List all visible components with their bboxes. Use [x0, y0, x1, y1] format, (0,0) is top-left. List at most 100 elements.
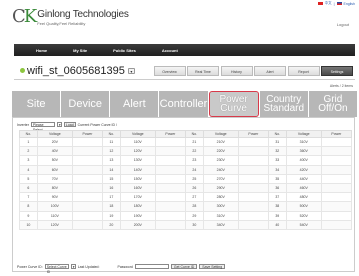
cell-power[interactable]: [237, 219, 269, 230]
nav-my-site[interactable]: My Site: [73, 48, 87, 53]
nav-public-sites[interactable]: Public Sites: [113, 48, 136, 53]
cell-voltage: 120V: [119, 146, 156, 157]
alerts-count[interactable]: Alerts / 2 items: [330, 84, 353, 88]
cell-power[interactable]: [154, 136, 186, 148]
cell-power[interactable]: [71, 182, 103, 194]
cell-power[interactable]: [71, 146, 103, 157]
cell-power[interactable]: [154, 155, 186, 166]
cell-no: 16: [101, 182, 121, 194]
cell-no: 29: [184, 210, 204, 221]
tab-alert-settings[interactable]: Alert: [110, 91, 159, 117]
col-voltage: Voltage: [119, 130, 156, 138]
tab-report[interactable]: Report: [287, 66, 320, 76]
cell-power[interactable]: [320, 210, 353, 221]
cell-power[interactable]: [237, 210, 269, 221]
cell-no: 12: [101, 146, 121, 157]
cell-no: 3: [19, 155, 38, 166]
get-curve-id-button[interactable]: Get Curve ID: [170, 264, 198, 269]
cell-power[interactable]: [71, 201, 103, 212]
tab-overview[interactable]: Overview: [153, 66, 186, 76]
lang-chinese[interactable]: 中文: [325, 1, 332, 6]
tab-site[interactable]: Site: [12, 91, 61, 117]
lang-english[interactable]: English: [344, 2, 355, 6]
inverter-select-arrow[interactable]: ▾: [56, 122, 62, 127]
cell-power[interactable]: [71, 155, 103, 166]
cell-power[interactable]: [71, 192, 103, 203]
cell-voltage: 70V: [36, 173, 73, 184]
tab-alert[interactable]: Alert: [254, 66, 286, 76]
cell-no: 13: [101, 155, 121, 166]
cell-no: 7: [19, 192, 38, 203]
tab-history[interactable]: History: [220, 66, 253, 76]
device-tabs: Overview Real Time History Alert Report …: [153, 66, 353, 76]
cell-power[interactable]: [71, 210, 103, 221]
cell-voltage: 220V: [202, 146, 239, 157]
tab-device[interactable]: Device: [61, 91, 110, 117]
cell-power[interactable]: [320, 182, 353, 194]
cell-voltage: 230V: [202, 155, 239, 166]
tab-real-time[interactable]: Real Time: [187, 66, 219, 76]
password-input[interactable]: [134, 264, 169, 269]
cell-power[interactable]: [154, 201, 186, 212]
cell-power[interactable]: [71, 219, 103, 230]
cell-no: 6: [19, 182, 38, 194]
cell-power[interactable]: [154, 210, 186, 221]
cell-power[interactable]: [237, 182, 269, 194]
logout-link[interactable]: Logout: [337, 22, 349, 27]
curve-id-select[interactable]: Select Curve ID: [44, 264, 69, 274]
save-setting-button[interactable]: Save Setting: [199, 264, 226, 269]
inverter-select[interactable]: Please Select: [30, 122, 55, 132]
cell-power[interactable]: [71, 173, 103, 184]
tab-grid-off-on[interactable]: Grid Off/On: [308, 91, 357, 117]
cell-voltage: 240V: [202, 164, 239, 175]
table-body: 1 20V 11 110V 21 210V 31 310V 2 40V 12 120V 22 220V 32…: [19, 136, 353, 230]
col-no: No.: [101, 130, 121, 138]
cell-power[interactable]: [71, 164, 103, 175]
nav-home[interactable]: Home: [36, 48, 47, 53]
col-no: No.: [184, 130, 204, 138]
uk-flag-icon[interactable]: [336, 2, 342, 5]
cell-power[interactable]: [154, 219, 186, 230]
cell-voltage: 540V: [285, 219, 322, 230]
cell-no: 10: [19, 219, 38, 230]
top-navigation: Home My Site Public Sites Account: [14, 44, 355, 56]
cell-power[interactable]: [154, 164, 186, 175]
nav-account[interactable]: Account: [162, 48, 178, 53]
cell-power[interactable]: [320, 173, 353, 184]
cell-power[interactable]: [320, 201, 353, 212]
cell-power[interactable]: [320, 146, 353, 157]
china-flag-icon[interactable]: [317, 2, 323, 5]
cell-voltage: 210V: [202, 136, 239, 148]
cell-power[interactable]: [320, 192, 353, 203]
status-dot-icon: [20, 68, 25, 73]
cell-power[interactable]: [154, 173, 186, 184]
cell-voltage: 90V: [36, 192, 73, 203]
cell-power[interactable]: [154, 146, 186, 157]
col-no: No.: [19, 130, 38, 138]
cell-power[interactable]: [320, 155, 353, 166]
cell-power[interactable]: [71, 136, 103, 148]
cell-power[interactable]: [154, 182, 186, 194]
cell-power[interactable]: [320, 164, 353, 175]
last-updated-label: Last Updated:: [77, 264, 100, 269]
cell-power[interactable]: [237, 146, 269, 157]
cell-power[interactable]: [237, 155, 269, 166]
load-button[interactable]: Load: [63, 122, 76, 127]
cell-power[interactable]: [237, 173, 269, 184]
device-dropdown[interactable]: ▾: [127, 67, 135, 74]
cell-power[interactable]: [237, 164, 269, 175]
tab-power-curve[interactable]: Power Curve: [208, 91, 259, 117]
cell-power[interactable]: [237, 201, 269, 212]
table-row: 2 40V 12 120V 22 220V 32 360V: [19, 146, 353, 157]
tab-settings[interactable]: Settings: [321, 66, 353, 76]
cell-power[interactable]: [154, 192, 186, 203]
cell-power[interactable]: [237, 136, 269, 148]
cell-power[interactable]: [320, 136, 353, 148]
tab-country-standard[interactable]: Country Standard: [259, 91, 308, 117]
cell-power[interactable]: [320, 219, 353, 230]
curve-id-select-arrow[interactable]: ▾: [70, 264, 76, 269]
cell-no: 25: [184, 173, 204, 184]
cell-voltage: 110V: [119, 136, 156, 148]
cell-power[interactable]: [237, 192, 269, 203]
tab-controller[interactable]: Controller: [159, 91, 208, 117]
